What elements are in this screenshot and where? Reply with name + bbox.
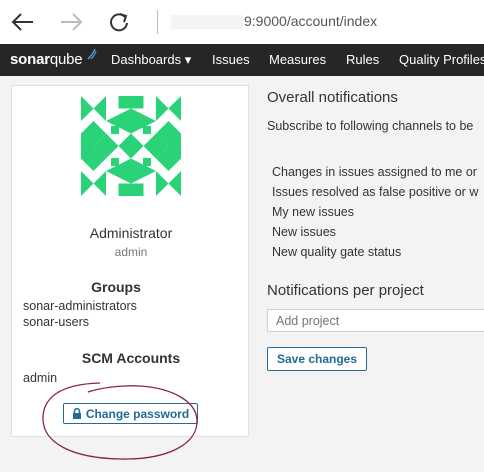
notification-item: Changes in issues assigned to me or bbox=[272, 165, 477, 179]
groups-title: Groups bbox=[91, 279, 141, 295]
back-arrow-icon[interactable] bbox=[8, 8, 38, 36]
toolbar-separator bbox=[157, 10, 158, 34]
save-changes-button[interactable]: Save changes bbox=[267, 347, 367, 371]
notification-item: Issues resolved as false positive or w bbox=[272, 185, 479, 199]
nav-measures[interactable]: Measures bbox=[269, 52, 326, 67]
avatar bbox=[81, 96, 181, 196]
notification-item: My new issues bbox=[272, 205, 354, 219]
sonar-wave-icon bbox=[87, 48, 97, 60]
group-item: sonar-administrators bbox=[23, 299, 137, 313]
logo-text-bold: sonar bbox=[10, 51, 50, 68]
browser-toolbar: 9:9000/account/index bbox=[0, 0, 484, 44]
scm-accounts-title: SCM Accounts bbox=[81, 350, 181, 366]
subscribe-text: Subscribe to following channels to be bbox=[267, 119, 474, 133]
redacted-host bbox=[171, 15, 243, 30]
refresh-icon[interactable] bbox=[104, 8, 134, 36]
per-project-title: Notifications per project bbox=[267, 282, 424, 299]
notification-item: New issues bbox=[272, 225, 336, 239]
user-name: Administrator bbox=[89, 225, 173, 241]
annotation-circle bbox=[42, 382, 198, 460]
nav-quality-profiles[interactable]: Quality Profiles bbox=[399, 52, 484, 67]
logo-text-light: qube bbox=[49, 51, 83, 68]
address-bar[interactable]: 9:9000/account/index bbox=[171, 13, 378, 30]
sonarqube-logo[interactable]: sonarqube bbox=[10, 51, 83, 68]
notification-item: New quality gate status bbox=[272, 245, 402, 259]
group-item: sonar-users bbox=[23, 315, 89, 329]
overall-notifications-title: Overall notifications bbox=[267, 89, 398, 106]
forward-arrow-icon[interactable] bbox=[56, 8, 86, 36]
add-project-input[interactable] bbox=[267, 309, 484, 332]
nav-rules[interactable]: Rules bbox=[346, 52, 379, 67]
top-navigation: sonarqube Dashboards ▾ Issues Measures R… bbox=[0, 44, 484, 76]
nav-issues[interactable]: Issues bbox=[212, 52, 250, 67]
user-login: admin bbox=[114, 245, 148, 259]
nav-dashboards[interactable]: Dashboards ▾ bbox=[111, 52, 191, 68]
url-text: 9:9000/account/index bbox=[244, 13, 378, 29]
